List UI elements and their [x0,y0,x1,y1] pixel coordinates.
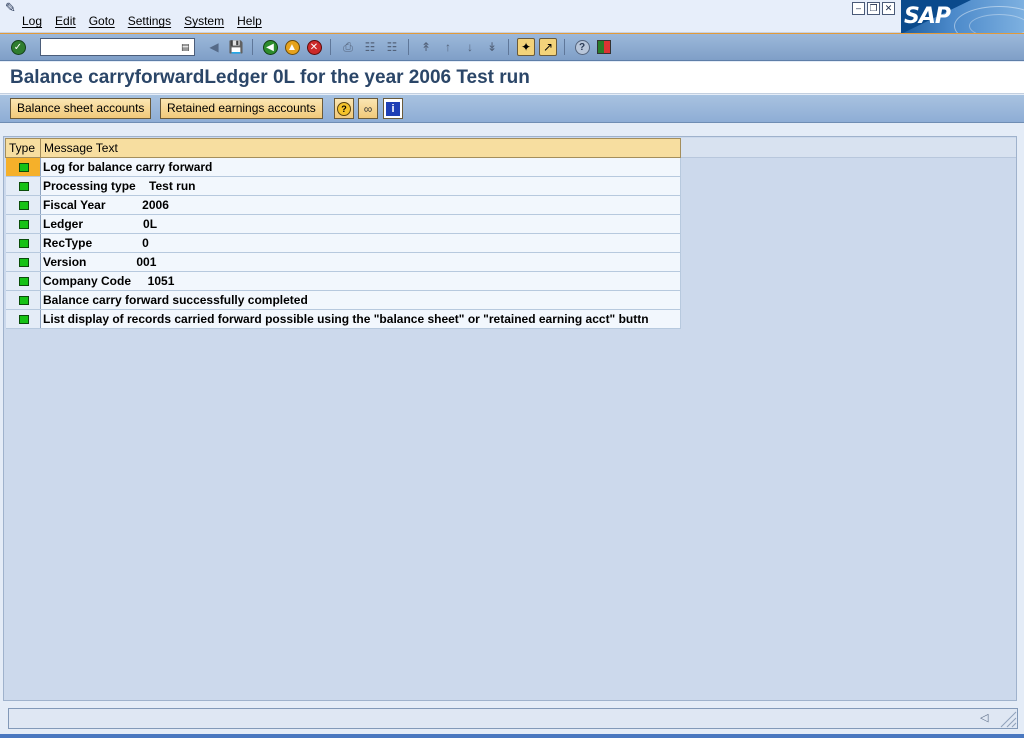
close-icon[interactable]: ✕ [882,2,895,15]
resize-grip-icon[interactable] [997,707,1017,729]
table-row[interactable]: Log for balance carry forward [5,157,681,177]
window-controls: – ❐ ✕ [852,2,895,15]
system-menu-icon[interactable]: ✎ [5,1,21,15]
bottom-border [0,734,1024,738]
table-row[interactable]: Version 001 [5,252,681,272]
message-text-cell[interactable]: Ledger 0L [40,214,681,234]
table-row[interactable]: RecType 0 [5,233,681,253]
restore-icon[interactable]: ❐ [867,2,880,15]
exit-icon[interactable]: ▲ [283,38,301,56]
application-toolbar: Balance sheet accounts Retained earnings… [0,95,1024,123]
first-page-icon[interactable]: ↟ [417,38,435,56]
green-status-led-icon [18,277,29,287]
status-collapse-icon[interactable]: ◁ [980,711,988,724]
message-log-table: Type Message Text Log for balance carry … [5,138,681,329]
find-icon[interactable]: ☷ [361,38,379,56]
green-status-led-icon [18,315,29,325]
message-text-cell[interactable]: List display of records carried forward … [40,309,681,329]
command-input[interactable] [41,39,179,55]
menu-goto[interactable]: Goto [89,14,126,28]
glasses-detail-icon[interactable]: ∞ [358,98,378,119]
table-row[interactable]: Balance carry forward successfully compl… [5,290,681,310]
table-body: Log for balance carry forward Processing … [5,157,681,329]
type-column-header[interactable]: Type [5,138,41,158]
print-icon[interactable]: ⎙ [339,38,357,56]
table-row[interactable]: Company Code 1051 [5,271,681,291]
message-text-cell[interactable]: Fiscal Year 2006 [40,195,681,215]
status-cell[interactable] [5,214,41,234]
table-row[interactable]: Ledger 0L [5,214,681,234]
menu-help[interactable]: Help [237,14,273,28]
shortcut-icon[interactable]: ↗ [539,38,557,56]
green-status-led-icon [18,163,29,173]
message-text-cell[interactable]: Balance carry forward successfully compl… [40,290,681,310]
table-row[interactable]: Processing type Test run [5,176,681,196]
log-panel: Type Message Text Log for balance carry … [3,136,1017,701]
status-cell[interactable] [5,252,41,272]
status-cell[interactable] [5,271,41,291]
standard-toolbar: ✓ ▤ ◀ 💾 ◀ ▲ ✕ ⎙ ☷ ☷ ↟ ↑ ↓ ↡ ✦ ↗ ? [0,33,1024,61]
status-cell[interactable] [5,290,41,310]
save-icon[interactable]: 💾 [227,38,245,56]
help-icon[interactable]: ? [334,98,354,119]
message-text-cell[interactable]: Processing type Test run [40,176,681,196]
last-page-icon[interactable]: ↡ [483,38,501,56]
new-session-icon[interactable]: ✦ [517,38,535,56]
grid-header-filler [680,138,1016,158]
green-status-led-icon [18,220,29,230]
menu-list: Log Edit Goto Settings System Help [22,14,273,28]
customize-layout-icon[interactable] [595,38,613,56]
command-dropdown-icon[interactable]: ◀ [205,38,223,56]
message-column-header[interactable]: Message Text [40,138,681,158]
status-cell[interactable] [5,176,41,196]
next-page-icon[interactable]: ↓ [461,38,479,56]
message-text-cell[interactable]: Company Code 1051 [40,271,681,291]
green-status-led-icon [18,201,29,211]
table-header-row: Type Message Text [5,138,681,158]
table-row[interactable]: Fiscal Year 2006 [5,195,681,215]
information-icon[interactable]: i [383,98,403,119]
minimize-icon[interactable]: – [852,2,865,15]
menu-edit[interactable]: Edit [55,14,87,28]
status-cell[interactable] [5,309,41,329]
cancel-icon[interactable]: ✕ [305,38,323,56]
green-status-led-icon [18,296,29,306]
previous-page-icon[interactable]: ↑ [439,38,457,56]
menu-log[interactable]: Log [22,14,53,28]
message-text-cell[interactable]: RecType 0 [40,233,681,253]
green-status-led-icon [18,239,29,249]
green-status-led-icon [18,258,29,268]
green-status-led-icon [18,182,29,192]
page-title: Balance carryforwardLedger 0L for the ye… [10,67,530,88]
retained-earnings-accounts-button[interactable]: Retained earnings accounts [160,98,323,119]
command-history-icon[interactable]: ▤ [181,41,192,53]
message-text-cell[interactable]: Log for balance carry forward [40,157,681,177]
menu-bar: ✎ Log Edit Goto Settings System Help – ❐… [0,0,1024,34]
sap-logo-text: SAP [904,4,951,29]
status-message-field [8,708,1018,729]
command-field[interactable]: ▤ [40,38,195,56]
status-cell[interactable] [5,195,41,215]
find-next-icon[interactable]: ☷ [383,38,401,56]
title-bar: Balance carryforwardLedger 0L for the ye… [0,62,1024,94]
back-icon[interactable]: ◀ [261,38,279,56]
balance-sheet-accounts-button[interactable]: Balance sheet accounts [10,98,152,119]
message-text-cell[interactable]: Version 001 [40,252,681,272]
status-bar: ◁ [0,703,1024,738]
sap-logo: SAP [901,0,1024,34]
help-icon[interactable]: ? [573,38,591,56]
status-cell[interactable] [5,157,41,177]
status-cell[interactable] [5,233,41,253]
check-icon[interactable]: ✓ [9,38,27,56]
table-row[interactable]: List display of records carried forward … [5,309,681,329]
menu-settings[interactable]: Settings [128,14,182,28]
menu-system[interactable]: System [184,14,235,28]
